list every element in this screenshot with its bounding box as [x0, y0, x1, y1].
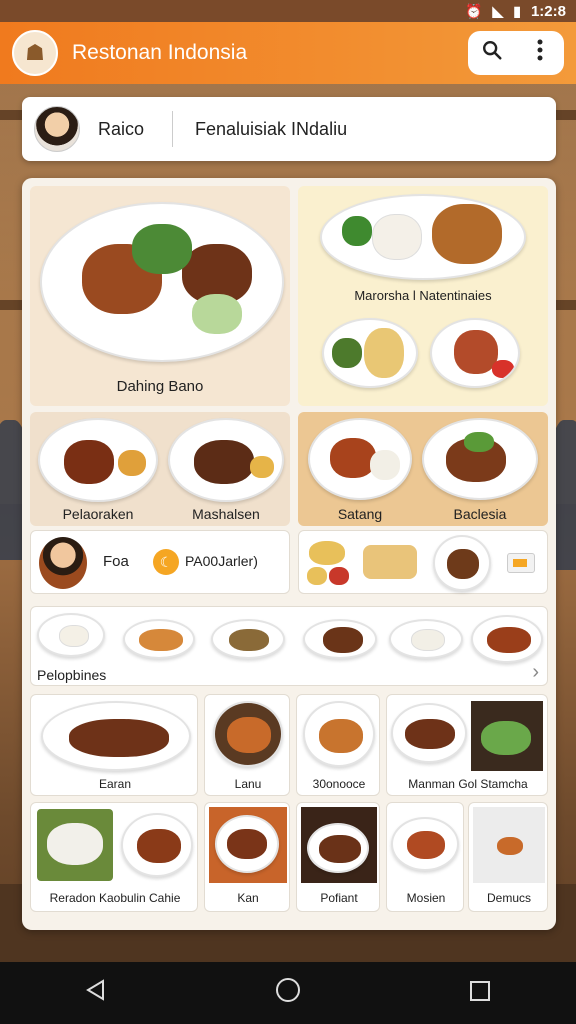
featured-dish-right[interactable]: Marorsha l Natentinaies	[298, 186, 548, 406]
grid-item[interactable]: Reradon Kaobulin Cahie	[30, 802, 198, 912]
row2-right-card: Satang Baclesia	[298, 412, 548, 526]
divider	[172, 111, 173, 147]
profile-name: Raico	[98, 118, 145, 139]
card-icon	[507, 553, 535, 573]
grid-item[interactable]: 30onooce	[296, 694, 380, 796]
app-bar: ☗ Restonan Indonsia	[0, 22, 576, 84]
grid-caption: Manman Gol Stamcha	[408, 777, 528, 791]
dish-card[interactable]	[422, 418, 538, 500]
battery-icon: ▮	[513, 2, 521, 19]
chevron-right-icon[interactable]: ›	[532, 661, 539, 684]
avatar	[34, 106, 80, 152]
grid-caption: Kan	[237, 891, 259, 905]
dish-caption: Satang	[337, 506, 383, 522]
dish-card[interactable]	[168, 418, 284, 502]
featured-left-caption: Dahing Bano	[116, 378, 204, 395]
profile-card[interactable]: Raico Fenaluisiak INdaliu	[22, 97, 556, 161]
promo-avatar	[39, 537, 87, 589]
dish-caption: Baclesia	[453, 506, 507, 522]
promo-tag: PA00Jarler)	[185, 553, 258, 569]
grid-item[interactable]: Pofiant	[296, 802, 380, 912]
featured-right-caption: Marorsha l Natentinaies	[354, 288, 492, 303]
dish-strip[interactable]: Pelopbines ›	[30, 606, 548, 686]
grid-caption: Earan	[98, 777, 132, 791]
signal-icon: ◣	[492, 2, 504, 19]
home-icon[interactable]	[258, 977, 318, 1010]
search-icon[interactable]	[474, 39, 510, 67]
app-title: Restonan Indonsia	[72, 41, 248, 64]
recents-icon[interactable]	[450, 978, 510, 1009]
promo-badge-icon: ☾	[153, 549, 179, 575]
grid-caption: Lanu	[234, 777, 262, 791]
row2-left-card: Pelaoraken Mashalsen	[30, 412, 290, 526]
more-vert-icon[interactable]	[522, 38, 558, 68]
menu-panel: Dahing Bano Marorsha l Natentinaies Pela…	[22, 178, 556, 930]
back-icon[interactable]	[66, 978, 126, 1009]
grid-caption: Demucs	[486, 891, 531, 905]
dish-caption: Mashalsen	[192, 506, 260, 522]
grid-caption: 30onooce	[312, 777, 366, 791]
grid-caption: Pofiant	[320, 891, 358, 905]
dish-card[interactable]	[38, 418, 158, 502]
status-bar: ⏰ ◣ ▮ 1:2:8	[0, 0, 576, 22]
grid-caption: Reradon Kaobulin Cahie	[49, 891, 181, 905]
appbar-actions	[468, 31, 564, 75]
dish-card[interactable]	[308, 418, 412, 500]
strip-label: Pelopbines	[37, 667, 107, 683]
grid-item[interactable]: Earan	[30, 694, 198, 796]
alarm-icon: ⏰	[465, 2, 483, 19]
promo-label: Foa	[103, 553, 129, 570]
condiments-card[interactable]	[298, 530, 548, 594]
app-logo[interactable]: ☗	[12, 30, 58, 76]
featured-dish-left[interactable]: Dahing Bano	[30, 186, 290, 406]
grid-item[interactable]: Lanu	[204, 694, 290, 796]
grid-item[interactable]: Kan	[204, 802, 290, 912]
grid-item[interactable]: Mosien	[386, 802, 464, 912]
grid-item[interactable]: Demucs	[468, 802, 548, 912]
promo-card[interactable]: Foa ☾ PA00Jarler)	[30, 530, 290, 594]
status-time: 1:2:8	[530, 2, 566, 20]
grid-caption: Mosien	[406, 891, 446, 905]
system-nav-bar	[0, 962, 576, 1024]
grid-item[interactable]: Manman Gol Stamcha	[386, 694, 548, 796]
profile-subtitle: Fenaluisiak INdaliu	[195, 118, 348, 139]
dish-caption: Pelaoraken	[62, 506, 134, 522]
